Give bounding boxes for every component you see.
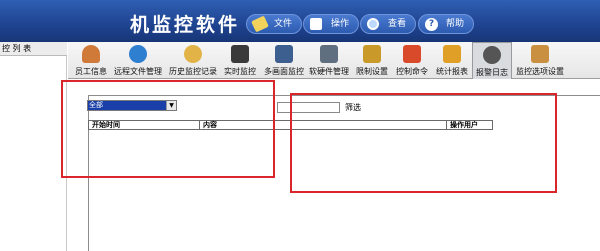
- view-icon: [367, 18, 379, 30]
- tool-label: 实时监控: [224, 67, 256, 76]
- tool-monitor-options[interactable]: 监控选项设置: [514, 42, 566, 79]
- tool-history-record[interactable]: 历史监控记录: [167, 42, 219, 79]
- menu-operation-button[interactable]: 操作: [303, 14, 360, 34]
- tool-label: 历史监控记录: [169, 67, 217, 76]
- tool-statistics-report[interactable]: 统计报表: [433, 42, 471, 79]
- magnifier-icon: [184, 45, 202, 63]
- lock-icon: [363, 45, 381, 63]
- tool-label: 软硬件管理: [309, 67, 349, 76]
- tool-label: 统计报表: [436, 67, 468, 76]
- file-icon: [251, 15, 269, 33]
- app-title: 机监控软件: [130, 14, 241, 36]
- tool-employee-info[interactable]: 员工信息: [72, 42, 110, 79]
- tool-label: 报警日志: [476, 68, 508, 77]
- report-icon: [443, 45, 461, 63]
- tool-alarm-log[interactable]: 报警日志: [472, 42, 512, 79]
- operation-icon: [310, 18, 322, 30]
- tool-hardware-software[interactable]: 软硬件管理: [308, 42, 350, 79]
- tool-realtime-monitor[interactable]: 实时监控: [221, 42, 259, 79]
- menu-view-button[interactable]: 查看: [360, 14, 417, 34]
- tool-restriction-settings[interactable]: 限制设置: [353, 42, 391, 79]
- tool-label: 限制设置: [356, 67, 388, 76]
- app-window: 机监控软件 文件 操作 查看 ? 帮助 控 列 表 员工信息 远程文件管理 历史…: [0, 0, 600, 251]
- settings-icon: [531, 45, 549, 63]
- tool-multi-screen[interactable]: 多画面监控: [261, 42, 307, 79]
- monitor-icon: [231, 45, 249, 63]
- menu-file-label: 文件: [274, 19, 293, 29]
- highlight-box: [61, 80, 275, 178]
- network-icon: [275, 45, 293, 63]
- help-icon: ?: [425, 18, 438, 31]
- monitor-list-panel: 控 列 表: [0, 42, 67, 251]
- highlight-box: [290, 93, 557, 193]
- monitor-list-title: 控 列 表: [0, 42, 67, 56]
- globe-icon: [129, 45, 147, 63]
- clipboard-icon: [320, 45, 338, 63]
- menu-help-button[interactable]: ? 帮助: [418, 14, 475, 34]
- tool-label: 多画面监控: [264, 67, 304, 76]
- tool-control-command[interactable]: 控制命令: [393, 42, 431, 79]
- menu-operation-label: 操作: [331, 19, 350, 29]
- menu-view-label: 查看: [388, 19, 407, 29]
- employee-icon: [82, 45, 100, 63]
- tool-label: 控制命令: [396, 67, 428, 76]
- header-banner: 机监控软件 文件 操作 查看 ? 帮助: [0, 0, 600, 42]
- alarm-icon: [483, 46, 501, 64]
- tool-label: 监控选项设置: [516, 67, 564, 76]
- tool-label: 远程文件管理: [114, 67, 162, 76]
- command-icon: [403, 45, 421, 63]
- menu-file-button[interactable]: 文件: [246, 14, 303, 34]
- tool-remote-file[interactable]: 远程文件管理: [112, 42, 164, 79]
- menu-help-label: 帮助: [446, 19, 465, 29]
- main-toolbar: 员工信息 远程文件管理 历史监控记录 实时监控 多画面监控 软硬件管理 限制设置: [68, 42, 600, 79]
- tool-label: 员工信息: [75, 67, 107, 76]
